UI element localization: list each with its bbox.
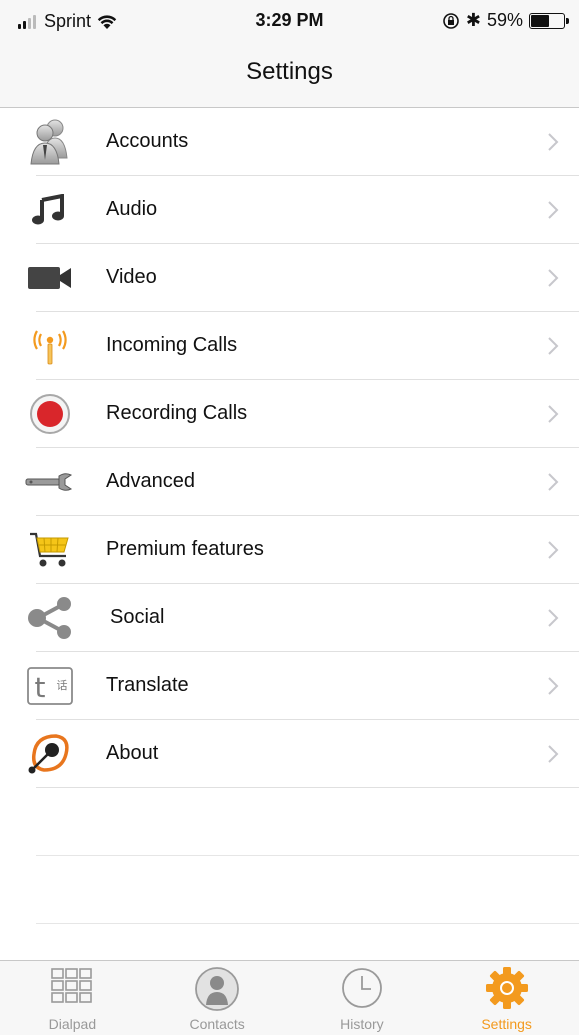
settings-screen: Sprint 3:29 PM ✱ 59% Settings Accounts A… — [0, 0, 579, 1035]
settings-item-label: Incoming Calls — [106, 334, 238, 356]
empty-row — [0, 856, 579, 924]
chevron-right-icon — [548, 405, 559, 423]
settings-item-about[interactable]: About — [0, 720, 579, 788]
chevron-right-icon — [548, 133, 559, 151]
settings-item-video[interactable]: Video — [0, 244, 579, 312]
chevron-right-icon — [548, 677, 559, 695]
tab-settings[interactable]: Settings — [434, 961, 579, 1035]
chevron-right-icon — [548, 201, 559, 219]
page-title: Settings — [246, 58, 333, 85]
chevron-right-icon — [548, 745, 559, 763]
gear-icon — [485, 967, 528, 1009]
svg-text:t: t — [35, 671, 46, 704]
settings-item-accounts[interactable]: Accounts — [0, 108, 579, 176]
settings-item-label: Advanced — [106, 470, 195, 492]
antenna-icon — [22, 322, 78, 370]
tab-bar: Dialpad Contacts History Settings — [0, 960, 579, 1035]
tab-label: Dialpad — [48, 1016, 97, 1032]
chevron-right-icon — [548, 269, 559, 287]
settings-item-translate[interactable]: t 话 Translate — [0, 652, 579, 720]
tab-label: Settings — [481, 1016, 532, 1032]
settings-item-recording-calls[interactable]: Recording Calls — [0, 380, 579, 448]
battery-percent: 59% — [486, 10, 523, 30]
chevron-right-icon — [548, 541, 559, 559]
settings-item-label: Audio — [106, 198, 158, 220]
settings-item-label: Social — [110, 606, 165, 628]
video-camera-icon — [22, 254, 78, 302]
translate-icon: t 话 — [22, 662, 78, 710]
about-icon — [22, 730, 78, 778]
tab-contacts[interactable]: Contacts — [145, 961, 290, 1035]
accounts-icon — [22, 118, 78, 166]
settings-item-label: About — [106, 742, 159, 764]
settings-item-label: Video — [106, 266, 157, 288]
settings-list: Accounts Audio Video Incoming Calls Reco… — [0, 108, 579, 924]
settings-item-incoming-calls[interactable]: Incoming Calls — [0, 312, 579, 380]
settings-item-label: Premium features — [106, 538, 264, 560]
dialpad-icon — [51, 968, 93, 1003]
share-icon — [22, 594, 78, 642]
empty-row — [0, 788, 579, 856]
settings-item-premium-features[interactable]: Premium features — [0, 516, 579, 584]
rotation-lock-icon — [443, 12, 459, 29]
battery-fill — [531, 14, 549, 27]
settings-item-social[interactable]: Social — [0, 584, 579, 652]
navigation-bar: Settings — [0, 40, 579, 108]
clock-icon — [341, 968, 382, 1008]
wrench-icon — [22, 458, 78, 506]
chevron-right-icon — [548, 473, 559, 491]
chevron-right-icon — [548, 337, 559, 355]
tab-label: Contacts — [189, 1016, 245, 1032]
status-right: ✱ 59% — [442, 10, 569, 31]
svg-text:话: 话 — [57, 679, 68, 692]
tab-dialpad[interactable]: Dialpad — [0, 961, 145, 1035]
status-bar: Sprint 3:29 PM ✱ 59% — [0, 0, 579, 40]
tab-label: History — [340, 1016, 384, 1032]
tab-history[interactable]: History — [290, 961, 435, 1035]
contacts-icon — [195, 967, 240, 1011]
battery-icon — [529, 12, 569, 29]
settings-item-advanced[interactable]: Advanced — [0, 448, 579, 516]
settings-item-audio[interactable]: Audio — [0, 176, 579, 244]
settings-item-label: Recording Calls — [106, 402, 248, 424]
settings-item-label: Accounts — [106, 130, 189, 152]
settings-item-label: Translate — [106, 674, 189, 696]
bluetooth-icon: ✱ — [465, 10, 481, 30]
chevron-right-icon — [548, 609, 559, 627]
record-icon — [22, 390, 78, 438]
music-note-icon — [22, 186, 78, 234]
shopping-cart-icon — [22, 526, 78, 574]
